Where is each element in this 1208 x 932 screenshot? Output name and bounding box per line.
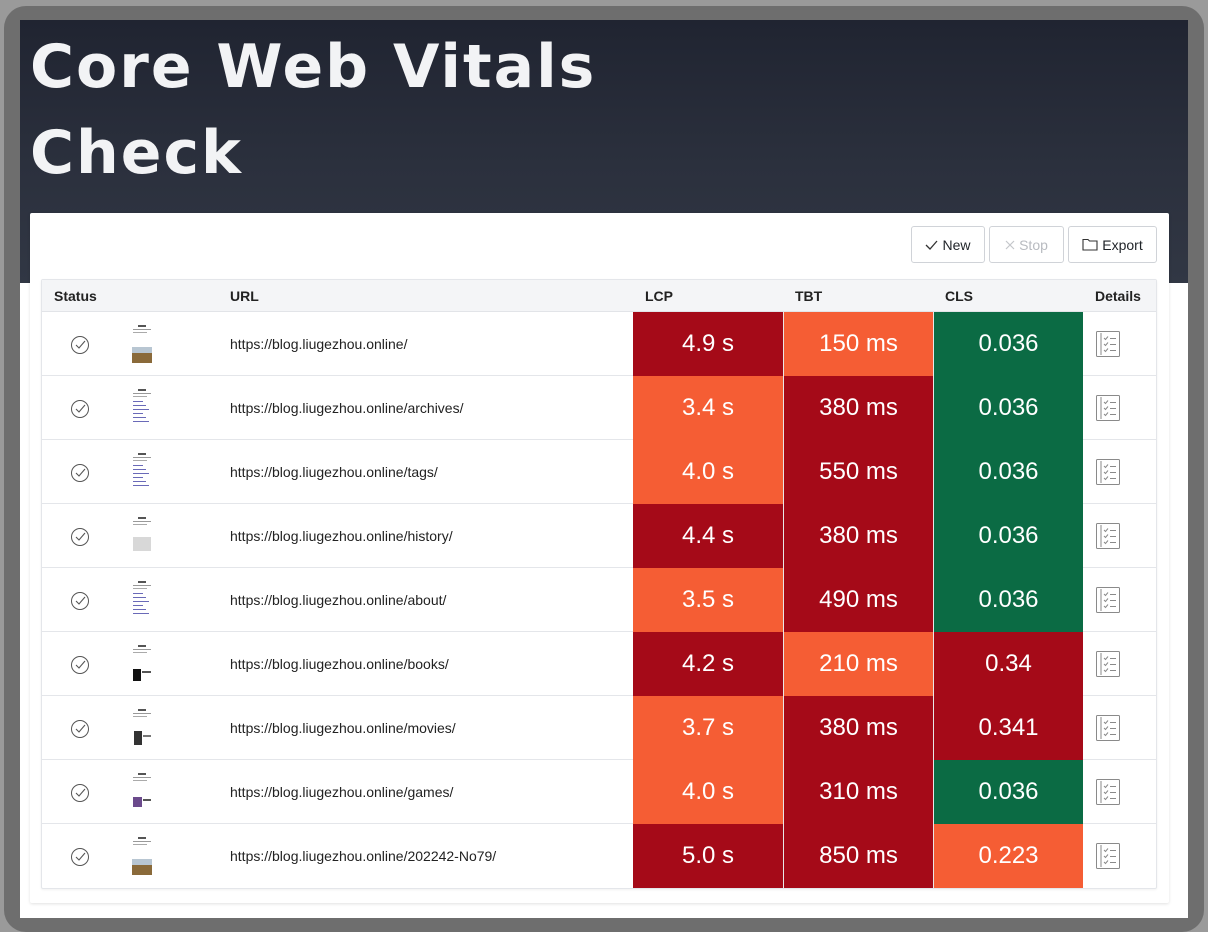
url-link[interactable]: https://blog.liugezhou.online/tags/	[230, 464, 438, 480]
lcp-value: 3.4 s	[633, 376, 783, 440]
tbt-value: 850 ms	[783, 824, 933, 888]
url-link[interactable]: https://blog.liugezhou.online/archives/	[230, 400, 463, 416]
page-thumbnail	[130, 643, 154, 685]
table-row: https://blog.liugezhou.online/archives/3…	[42, 376, 1156, 440]
url-link[interactable]: https://blog.liugezhou.online/	[230, 336, 407, 352]
page-thumbnail	[130, 579, 154, 621]
header-cls: CLS	[945, 288, 973, 304]
url-link[interactable]: https://blog.liugezhou.online/books/	[230, 656, 449, 672]
table-header: Status URL LCP TBT CLS Details	[42, 280, 1156, 312]
details-list-icon[interactable]	[1096, 843, 1120, 869]
lcp-value: 4.4 s	[633, 504, 783, 568]
check-circle-icon	[70, 847, 90, 867]
cls-value: 0.341	[933, 696, 1083, 760]
check-circle-icon	[70, 527, 90, 547]
table-row: https://blog.liugezhou.online/history/4.…	[42, 504, 1156, 568]
cls-value: 0.036	[933, 504, 1083, 568]
check-circle-icon	[70, 399, 90, 419]
check-icon	[926, 240, 938, 250]
url-link[interactable]: https://blog.liugezhou.online/about/	[230, 592, 446, 608]
tbt-value: 310 ms	[783, 760, 933, 824]
page-thumbnail	[130, 387, 154, 429]
toolbar: New Stop Export	[911, 226, 1157, 263]
check-circle-icon	[70, 463, 90, 483]
page-thumbnail	[130, 835, 154, 877]
cls-value: 0.036	[933, 440, 1083, 504]
check-circle-icon	[70, 719, 90, 739]
cls-value: 0.223	[933, 824, 1083, 888]
table-row: https://blog.liugezhou.online/202242-No7…	[42, 824, 1156, 888]
app-window: Core Web Vitals Check New Stop Export St…	[4, 6, 1204, 932]
cls-value: 0.34	[933, 632, 1083, 696]
details-list-icon[interactable]	[1096, 587, 1120, 613]
export-button[interactable]: Export	[1068, 226, 1157, 263]
url-link[interactable]: https://blog.liugezhou.online/games/	[230, 784, 453, 800]
check-circle-icon	[70, 783, 90, 803]
lcp-value: 4.9 s	[633, 312, 783, 376]
lcp-value: 5.0 s	[633, 824, 783, 888]
cls-value: 0.036	[933, 568, 1083, 632]
stop-button[interactable]: Stop	[989, 226, 1064, 263]
table-row: https://blog.liugezhou.online/books/4.2 …	[42, 632, 1156, 696]
page-thumbnail	[130, 515, 154, 557]
table-row: https://blog.liugezhou.online/movies/3.7…	[42, 696, 1156, 760]
new-button[interactable]: New	[911, 226, 985, 263]
details-list-icon[interactable]	[1096, 779, 1120, 805]
header-tbt: TBT	[795, 288, 823, 304]
tbt-value: 550 ms	[783, 440, 933, 504]
page-thumbnail	[130, 323, 154, 365]
tbt-value: 210 ms	[783, 632, 933, 696]
x-icon	[1005, 240, 1015, 249]
tbt-value: 380 ms	[783, 376, 933, 440]
cls-value: 0.036	[933, 376, 1083, 440]
url-link[interactable]: https://blog.liugezhou.online/movies/	[230, 720, 456, 736]
table-row: https://blog.liugezhou.online/games/4.0 …	[42, 760, 1156, 824]
tbt-value: 150 ms	[783, 312, 933, 376]
check-circle-icon	[70, 335, 90, 355]
page-thumbnail	[130, 451, 154, 493]
table-row: https://blog.liugezhou.online/4.9 s 150 m…	[42, 312, 1156, 376]
details-list-icon[interactable]	[1096, 651, 1120, 677]
export-button-label: Export	[1102, 236, 1143, 253]
page-thumbnail	[130, 771, 154, 813]
header-url: URL	[230, 288, 259, 304]
table-body: https://blog.liugezhou.online/4.9 s 150 m…	[42, 312, 1156, 888]
page-thumbnail	[130, 707, 154, 749]
folder-icon	[1082, 238, 1098, 251]
details-list-icon[interactable]	[1096, 395, 1120, 421]
stop-button-label: Stop	[1019, 236, 1048, 253]
cls-value: 0.036	[933, 760, 1083, 824]
page-title: Core Web Vitals Check	[30, 32, 597, 188]
lcp-value: 3.7 s	[633, 696, 783, 760]
url-link[interactable]: https://blog.liugezhou.online/202242-No7…	[230, 848, 496, 864]
details-list-icon[interactable]	[1096, 715, 1120, 741]
results-panel: New Stop Export Status URL LCP TBT CLS D…	[30, 213, 1169, 903]
details-list-icon[interactable]	[1096, 523, 1120, 549]
new-button-label: New	[942, 236, 971, 253]
lcp-value: 3.5 s	[633, 568, 783, 632]
lcp-value: 4.0 s	[633, 760, 783, 824]
details-list-icon[interactable]	[1096, 331, 1120, 357]
details-list-icon[interactable]	[1096, 459, 1120, 485]
url-link[interactable]: https://blog.liugezhou.online/history/	[230, 528, 453, 544]
lcp-value: 4.0 s	[633, 440, 783, 504]
table-row: https://blog.liugezhou.online/tags/4.0 s…	[42, 440, 1156, 504]
tbt-value: 380 ms	[783, 696, 933, 760]
check-circle-icon	[70, 591, 90, 611]
check-circle-icon	[70, 655, 90, 675]
window-content: Core Web Vitals Check New Stop Export St…	[20, 20, 1188, 918]
cls-value: 0.036	[933, 312, 1083, 376]
results-table: Status URL LCP TBT CLS Details https://b…	[41, 279, 1157, 889]
header-details: Details	[1095, 288, 1141, 304]
tbt-value: 490 ms	[783, 568, 933, 632]
header-lcp: LCP	[645, 288, 673, 304]
table-row: https://blog.liugezhou.online/about/3.5 …	[42, 568, 1156, 632]
tbt-value: 380 ms	[783, 504, 933, 568]
lcp-value: 4.2 s	[633, 632, 783, 696]
header-status: Status	[54, 288, 97, 304]
